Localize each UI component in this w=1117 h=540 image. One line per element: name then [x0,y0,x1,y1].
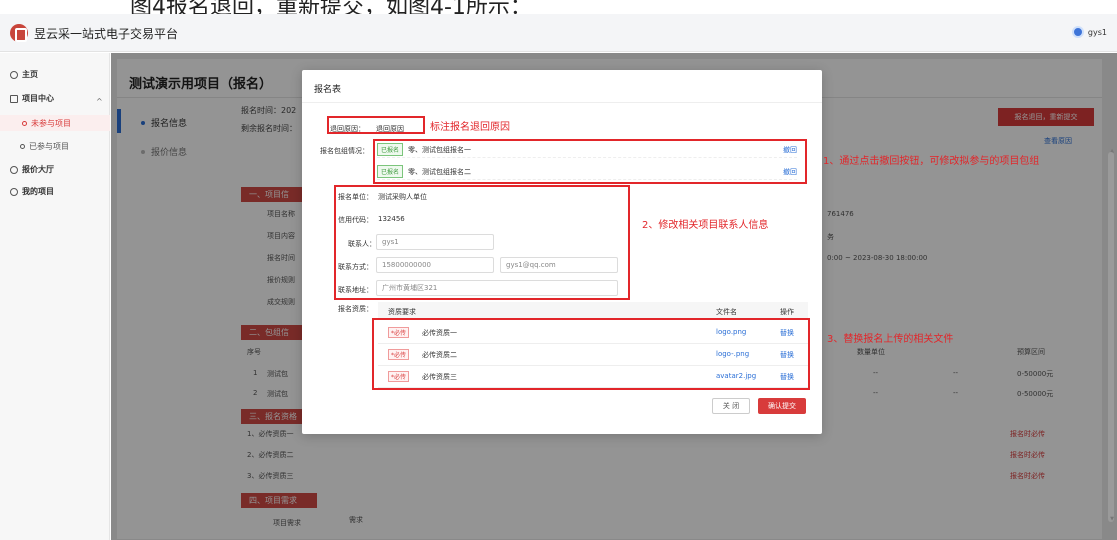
sidebar-item-my-projects[interactable]: 我的项目 [10,186,54,197]
sidebar-item-home[interactable]: 主页 [10,69,38,80]
annotation-reason: 标注报名退回原因 [430,122,510,133]
annotation-box-reason [327,116,425,134]
sidebar-label: 未参与项目 [31,118,71,128]
app-title: 昱云采一站式电子交易平台 [34,27,179,41]
resources-label: 报名资质： [338,305,373,313]
clock-icon [10,165,18,174]
home-icon [10,70,18,79]
sidebar-item-quote-hall[interactable]: 报价大厅 [10,164,54,175]
avatar[interactable] [1071,26,1084,38]
annotation-files: 3、替换报名上传的相关文件 [827,334,954,345]
clock-icon [10,187,18,196]
scrollbar[interactable] [1108,152,1114,522]
sidebar-item-not-joined[interactable]: 未参与项目 [0,115,110,131]
sidebar-label: 主页 [22,70,38,79]
sidebar-label: 我的项目 [22,187,54,196]
col-header: 操作 [780,308,794,316]
annotation-box-files [372,318,810,390]
sidebar: 主页 项目中心 ^ 未参与项目 已参与项目 报价大厅 我的项目 [0,53,110,540]
annotation-box-packages [373,139,807,184]
dot-icon [22,120,27,126]
brand-logo-icon [10,24,28,42]
doc-caption: 图4报名退回，重新提交，如图4-1所示： [0,0,1117,14]
scroll-down-icon[interactable]: ▼ [1110,516,1114,522]
sidebar-label: 报价大厅 [22,165,54,174]
confirm-submit-button[interactable]: 确认提交 [758,398,806,414]
col-header: 资质要求 [388,308,416,316]
chevron-up-icon[interactable]: ^ [96,97,103,106]
sidebar-label: 已参与项目 [29,142,69,151]
sidebar-item-joined[interactable]: 已参与项目 [20,141,69,152]
dot-icon [20,144,25,149]
dialog-title: 报名表 [314,85,342,95]
package-label: 报名包组情况： [320,147,369,155]
divider [302,102,822,103]
annotation-box-contact [334,185,630,300]
annotation-contact: 2、修改相关项目联系人信息 [642,220,769,231]
col-header: 文件名 [716,308,737,316]
user-menu[interactable]: gys1 [1071,26,1107,38]
annotation-packages: 1、通过点击撤回按钮，可修改拟参与的项目包组 [823,156,1040,167]
app-header: 昱云采一站式电子交易平台 gys1 [0,14,1117,52]
caption-text: 图4报名退回，重新提交，如图4-1所示： [130,0,532,14]
user-name[interactable]: gys1 [1088,28,1107,37]
folder-icon [10,94,18,103]
close-button[interactable]: 关 闭 [712,398,750,414]
sidebar-label: 项目中心 [22,94,54,103]
sidebar-item-project-center[interactable]: 项目中心 [10,93,54,104]
